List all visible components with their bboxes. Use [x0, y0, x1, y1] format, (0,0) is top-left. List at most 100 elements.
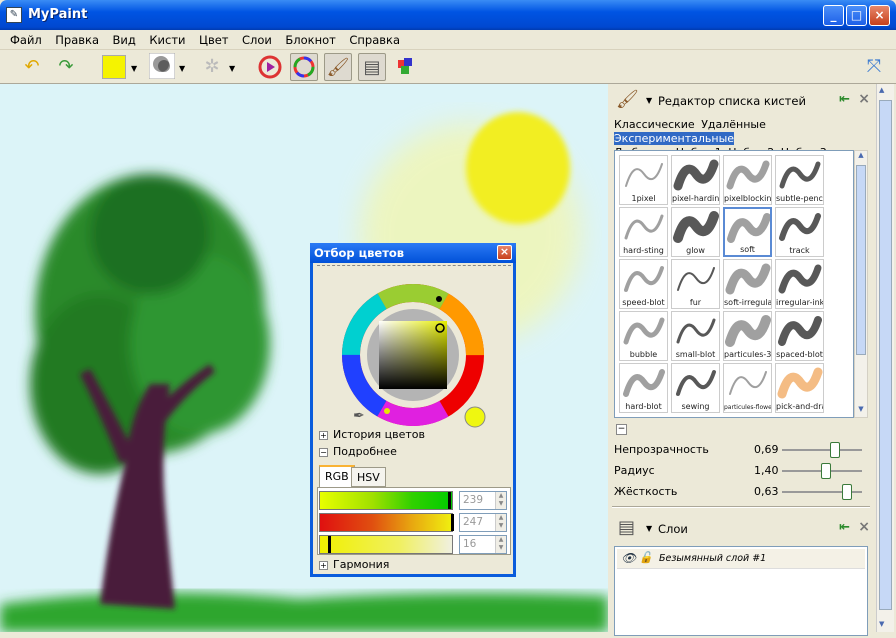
menu-file[interactable]: Файл — [0, 30, 47, 47]
red-marker[interactable] — [448, 492, 451, 509]
brush-bubble[interactable]: bubble — [619, 311, 668, 361]
dock-scrollbar[interactable]: ▲ ▼ — [876, 84, 894, 632]
paintbrush-icon[interactable]: 🖌 — [324, 53, 352, 81]
brush-hard-sting[interactable]: hard-sting — [619, 207, 668, 257]
close-icon[interactable]: × — [858, 91, 870, 107]
menu-scratchpad[interactable]: Блокнот — [280, 30, 340, 47]
layer-row[interactable]: 👁 🔓 Безымянный слой #1 — [617, 549, 865, 569]
spin-arrows-icon[interactable]: ▲ ▼ — [495, 514, 506, 531]
brush-particules-flower[interactable]: particules-flower — [723, 363, 772, 413]
harmony-expander[interactable]: + Гармония — [319, 558, 389, 571]
eye-icon[interactable]: 👁 — [621, 551, 636, 565]
brush-button[interactable] — [148, 52, 176, 81]
color-ring-icon[interactable] — [290, 53, 318, 81]
brush-spaced-blot[interactable]: spaced-blot — [775, 311, 824, 361]
brush-1pixel[interactable]: 1pixel — [619, 155, 668, 205]
undo-icon[interactable]: ↶ — [18, 53, 46, 81]
radius-thumb[interactable] — [820, 463, 831, 479]
close-button[interactable]: × — [869, 5, 890, 26]
drawing-canvas[interactable] — [0, 84, 608, 632]
green-value: 247 — [463, 516, 484, 528]
scroll-down-icon[interactable]: ▼ — [879, 620, 884, 628]
chevron-down-icon[interactable]: ▼ — [646, 96, 652, 105]
brush-pixelblocking[interactable]: pixelblocking — [723, 155, 772, 205]
details-expander[interactable]: − Подробнее — [319, 445, 397, 458]
tab-rgb[interactable]: RGB — [319, 465, 355, 487]
settings-gear-icon[interactable]: ✲ — [198, 53, 226, 81]
brush-label: spaced-blot — [776, 350, 823, 359]
color-dialog: Отбор цветов × ✒ + История цветов − Подроб… — [310, 243, 516, 577]
brush-small-blot[interactable]: small-blot — [671, 311, 720, 361]
green-marker[interactable] — [451, 514, 454, 531]
eyedropper-icon[interactable]: ✒ — [353, 408, 365, 424]
hardness-thumb[interactable] — [841, 484, 852, 500]
brush-fur[interactable]: fur — [671, 259, 720, 309]
red-gradient-slider[interactable] — [319, 491, 453, 510]
layers-icon[interactable]: ▤ — [358, 53, 386, 81]
blue-gradient-slider[interactable] — [319, 535, 453, 554]
red-spinbox[interactable]: 239 ▲ ▼ — [459, 491, 507, 510]
menu-layers[interactable]: Слои — [237, 30, 277, 47]
dock-pin-icon[interactable]: ⇤ — [839, 520, 850, 535]
brush-label: fur — [689, 298, 702, 307]
tear-off-handle[interactable] — [317, 265, 511, 271]
collapse-button[interactable]: − — [616, 424, 627, 435]
current-color-button[interactable] — [100, 53, 128, 81]
scratchpad-icon[interactable] — [392, 53, 420, 81]
opacity-track[interactable] — [782, 449, 862, 451]
menu-view[interactable]: Вид — [108, 30, 141, 47]
lock-icon[interactable]: 🔓 — [639, 551, 653, 564]
close-button[interactable]: × — [497, 245, 512, 260]
chevron-down-icon[interactable]: ▼ — [646, 524, 652, 533]
blue-spinbox[interactable]: 16 ▲ ▼ — [459, 535, 507, 554]
brush-hard-blot[interactable]: hard-blot — [619, 363, 668, 413]
group-removed[interactable]: Удалённые — [701, 118, 766, 131]
menu-brushes[interactable]: Кисти — [144, 30, 190, 47]
brush-particules-3[interactable]: particules-3 — [723, 311, 772, 361]
close-icon[interactable]: × — [858, 519, 870, 535]
brush-speed-blot[interactable]: speed-blot — [619, 259, 668, 309]
green-spinbox[interactable]: 247 ▲ ▼ — [459, 513, 507, 532]
spin-arrows-icon[interactable]: ▲ ▼ — [495, 536, 506, 553]
scroll-up-icon[interactable]: ▲ — [879, 86, 884, 94]
brush-pick-and-drag[interactable]: pick-and-drag — [775, 363, 824, 413]
color-wheel[interactable]: ✒ — [313, 275, 513, 445]
brush-grid-scrollbar[interactable]: ▲ ▼ — [854, 150, 868, 418]
menu-help[interactable]: Справка — [344, 30, 405, 47]
blue-marker[interactable] — [328, 536, 331, 553]
opacity-thumb[interactable] — [830, 442, 841, 458]
brush-label: hard-blot — [625, 402, 662, 411]
brush-glow[interactable]: glow — [671, 207, 720, 257]
scroll-thumb[interactable] — [879, 100, 892, 610]
menu-edit[interactable]: Правка — [50, 30, 104, 47]
history-expander[interactable]: + История цветов — [319, 428, 425, 441]
brush-irregular-ink[interactable]: irregular-ink — [775, 259, 824, 309]
scroll-thumb[interactable] — [856, 165, 866, 355]
spin-arrows-icon[interactable]: ▲ ▼ — [495, 492, 506, 509]
brush-track[interactable]: track — [775, 207, 824, 257]
brush-soft[interactable]: soft — [723, 207, 772, 257]
fullscreen-icon[interactable]: ⤧ — [860, 53, 888, 81]
brush-label: soft — [740, 245, 755, 254]
brush-soft-irregular[interactable]: soft-irregular — [723, 259, 772, 309]
scroll-up-icon[interactable]: ▲ — [855, 151, 867, 163]
minimize-button[interactable]: _ — [823, 5, 844, 26]
play-circle-icon[interactable] — [256, 53, 284, 81]
green-gradient-slider[interactable] — [319, 513, 454, 532]
group-experimental[interactable]: Экспериментальные — [614, 132, 735, 145]
chevron-down-icon[interactable]: ▼ — [179, 64, 185, 73]
brush-preview-icon — [725, 263, 771, 295]
tab-hsv[interactable]: HSV — [351, 467, 386, 487]
chevron-down-icon[interactable]: ▼ — [131, 64, 137, 73]
redo-icon[interactable]: ↷ — [52, 53, 80, 81]
dock-pin-icon[interactable]: ⇤ — [839, 92, 850, 107]
brush-pixel-hardink[interactable]: pixel-hardink — [671, 155, 720, 205]
menu-color[interactable]: Цвет — [194, 30, 233, 47]
scroll-down-icon[interactable]: ▼ — [855, 405, 867, 417]
brush-subtle-pencil[interactable]: subtle-pencil — [775, 155, 824, 205]
brush-sewing[interactable]: sewing — [671, 363, 720, 413]
chevron-down-icon[interactable]: ▼ — [229, 64, 235, 73]
paintbrush-icon: 🖌 — [616, 89, 639, 110]
group-classic[interactable]: Классические — [614, 118, 695, 131]
maximize-button[interactable]: □ — [846, 5, 867, 26]
